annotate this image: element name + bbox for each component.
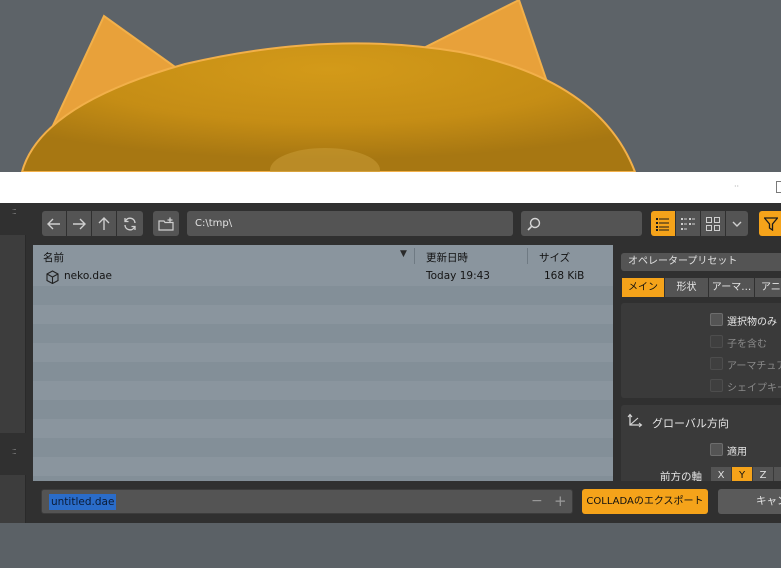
empty-row: [33, 457, 613, 476]
search-icon: [527, 217, 541, 231]
thumbnail-view-button[interactable]: [701, 211, 725, 236]
operator-sidebar: オペレータープリセット メイン 形状 アーマ… アニ 選択物のみ 子を含む アー…: [613, 245, 781, 481]
back-button[interactable]: [42, 211, 66, 236]
list-view-button[interactable]: [651, 211, 675, 236]
file-list-header: 名前 ▼ 更新日時 サイズ: [33, 245, 613, 268]
empty-row: [33, 419, 613, 438]
parent-directory-button[interactable]: [92, 211, 116, 236]
file-name: neko.dae: [64, 270, 112, 282]
column-size-header[interactable]: サイズ: [539, 250, 570, 265]
export-collada-button[interactable]: COLLADAのエクスポート: [582, 489, 708, 514]
tab-armature[interactable]: アーマ…: [709, 278, 754, 297]
empty-row: [33, 324, 613, 343]
checkbox-label: 子を含む: [727, 339, 767, 350]
tab-main[interactable]: メイン: [622, 278, 664, 297]
recent-panel: [0, 475, 26, 523]
window-button-icon[interactable]: [776, 181, 781, 193]
directory-path-input[interactable]: C:\tmp\: [187, 211, 513, 236]
new-folder-button[interactable]: [153, 211, 179, 236]
grip-icon[interactable]: ⁚⁚⁚: [12, 448, 24, 456]
refresh-icon: [124, 217, 136, 230]
file-row[interactable]: neko.dae Today 19:43 168 KiB: [33, 267, 613, 286]
bottom-bar: untitled.dae − + COLLADAのエクスポート キャンセル: [33, 481, 781, 523]
3d-viewport[interactable]: [0, 0, 781, 172]
mesh-file-icon: [46, 270, 59, 284]
axis-y-button[interactable]: Y: [732, 467, 752, 481]
operator-presets-dropdown[interactable]: オペレータープリセット: [621, 253, 781, 271]
checkbox-label: シェイプキー: [727, 383, 781, 394]
empty-row: [33, 362, 613, 381]
orientation-icon: [627, 413, 643, 428]
short-list-view-button[interactable]: [676, 211, 700, 236]
title-dots: ··: [734, 182, 740, 191]
axis-x-button[interactable]: X: [711, 467, 731, 481]
refresh-button[interactable]: [117, 211, 143, 236]
filename-input[interactable]: untitled.dae − +: [41, 489, 573, 514]
checkbox-icon[interactable]: [710, 379, 723, 392]
empty-row: [33, 381, 613, 400]
empty-row: [33, 438, 613, 457]
list-view-icon: [656, 217, 669, 231]
file-size: 168 KiB: [544, 270, 585, 282]
decrement-filename-button[interactable]: −: [531, 493, 543, 509]
bookmarks-panel: [0, 235, 26, 433]
cat-model: [20, 0, 637, 172]
tab-animation[interactable]: アニ: [755, 278, 781, 297]
axis-z-button[interactable]: Z: [753, 467, 773, 481]
file-browser-dialog: ⁚⁚⁚ ⁚⁚⁚ C:\tmp\ 名前 ▼ 更新日時 サイズ neko.dae T…: [0, 203, 781, 523]
empty-row: [33, 286, 613, 305]
column-modified-header[interactable]: 更新日時: [426, 250, 468, 265]
forward-button[interactable]: [67, 211, 91, 236]
checkbox-icon[interactable]: [710, 335, 723, 348]
left-region: ⁚⁚⁚ ⁚⁚⁚: [0, 203, 27, 523]
chevron-down-icon: [732, 221, 742, 227]
filename-text[interactable]: untitled.dae: [49, 494, 117, 510]
checkbox-label: 適用: [727, 447, 747, 458]
increment-filename-button[interactable]: +: [554, 492, 567, 510]
sort-descending-icon[interactable]: ▼: [400, 249, 407, 259]
file-list[interactable]: 名前 ▼ 更新日時 サイズ neko.dae Today 19:43 168 KiB: [33, 245, 613, 481]
filter-button[interactable]: [759, 211, 781, 236]
grip-icon[interactable]: ⁚⁚⁚: [12, 208, 24, 216]
checkbox-icon[interactable]: [710, 357, 723, 370]
axis-negative-button[interactable]: -: [774, 467, 781, 481]
checkbox-icon[interactable]: [710, 313, 723, 326]
search-input[interactable]: [521, 211, 642, 236]
new-folder-icon: [158, 217, 174, 231]
arrow-right-icon: [73, 218, 86, 229]
file-modified: Today 19:43: [426, 270, 490, 282]
short-list-view-icon: [681, 217, 695, 230]
thumbnail-view-icon: [706, 216, 720, 231]
cancel-button[interactable]: キャンセル: [718, 489, 781, 514]
column-name-header[interactable]: 名前: [43, 250, 64, 265]
empty-row: [33, 343, 613, 362]
empty-row: [33, 305, 613, 324]
empty-row: [33, 400, 613, 419]
arrow-up-icon: [98, 216, 110, 230]
global-orientation-title[interactable]: グローバル方向: [652, 415, 729, 431]
checkbox-label: 選択物のみ: [727, 317, 777, 328]
checkbox-label: アーマチュア: [727, 361, 781, 372]
forward-axis-label: 前方の軸: [660, 471, 702, 481]
checkbox-icon[interactable]: [710, 443, 723, 456]
view-options-dropdown[interactable]: [726, 211, 748, 236]
filter-icon: [764, 216, 778, 231]
dialog-title-bar[interactable]: ··: [0, 172, 781, 203]
arrow-left-icon: [47, 218, 60, 229]
tab-geometry[interactable]: 形状: [665, 278, 708, 297]
